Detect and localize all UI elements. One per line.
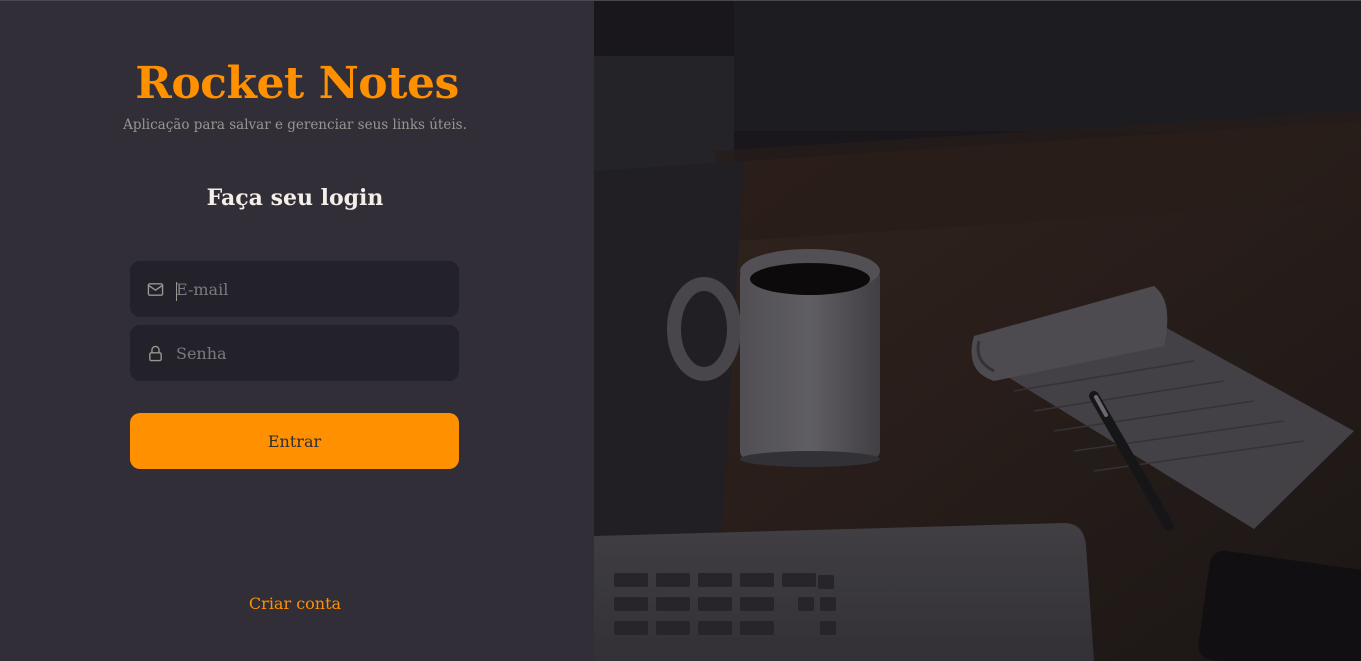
text-caret [176, 282, 177, 301]
app-title: Rocket Notes [135, 58, 459, 109]
background-image [594, 1, 1361, 661]
mail-icon [146, 280, 164, 298]
lock-icon [146, 344, 164, 362]
app-subtitle: Aplicação para salvar e gerenciar seus l… [123, 117, 467, 133]
create-account-link[interactable]: Criar conta [0, 593, 590, 615]
password-input[interactable] [176, 325, 459, 381]
login-button[interactable]: Entrar [130, 413, 459, 469]
email-input[interactable] [176, 261, 459, 317]
email-field[interactable] [130, 261, 459, 317]
login-heading: Faça seu login [206, 185, 384, 211]
login-form-panel: Rocket Notes Aplicação para salvar e ger… [0, 1, 594, 661]
password-field[interactable] [130, 325, 459, 381]
